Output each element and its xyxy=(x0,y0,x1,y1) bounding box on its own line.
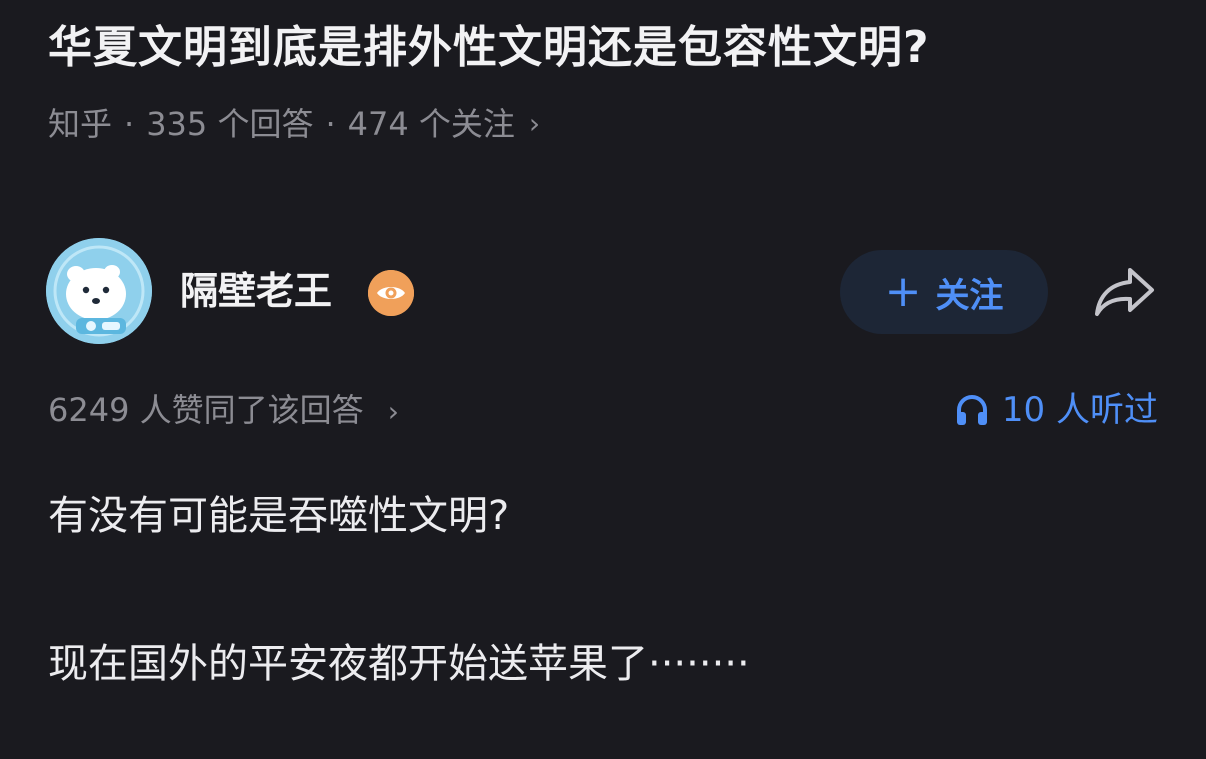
author-row: 隔壁老王 + 关注 xyxy=(46,238,1166,348)
avatar[interactable] xyxy=(46,238,152,344)
followers-count: 474 个关注 xyxy=(347,105,515,143)
answer-paragraph: 现在国外的平安夜都开始送苹果了········ xyxy=(48,641,750,687)
headphones-icon xyxy=(956,395,987,425)
question-meta[interactable]: 知乎 · 335 个回答 · 474 个关注 › xyxy=(48,100,540,148)
question-title[interactable]: 华夏文明到底是排外性文明还是包容性文明? xyxy=(48,16,1168,80)
meta-separator: · xyxy=(325,105,336,143)
source-label: 知乎 xyxy=(48,105,113,143)
listeners-link[interactable]: 10 人听过 xyxy=(954,384,1158,436)
chevron-right-icon: › xyxy=(528,107,541,140)
listeners-text: 10 人听过 xyxy=(1001,390,1158,430)
stats-row: 6249 人赞同了该回答 › 10 人听过 xyxy=(48,384,1158,436)
share-arrow-icon[interactable] xyxy=(1092,262,1158,322)
meta-separator: · xyxy=(124,105,135,143)
chevron-right-icon: › xyxy=(387,395,399,428)
upvotes-text: 6249 人赞同了该回答 xyxy=(48,391,364,429)
polar-bear-avatar-icon xyxy=(46,238,152,344)
follow-button[interactable]: + 关注 xyxy=(840,250,1048,334)
answer-paragraph: 有没有可能是吞噬性文明? xyxy=(48,493,510,539)
follow-label: 关注 xyxy=(935,275,1004,316)
plus-icon: + xyxy=(884,266,922,317)
author-name[interactable]: 隔壁老王 xyxy=(180,266,332,316)
eye-icon[interactable] xyxy=(368,270,414,316)
upvotes-link[interactable]: 6249 人赞同了该回答 › xyxy=(48,384,399,438)
answers-count: 335 个回答 xyxy=(146,105,314,143)
